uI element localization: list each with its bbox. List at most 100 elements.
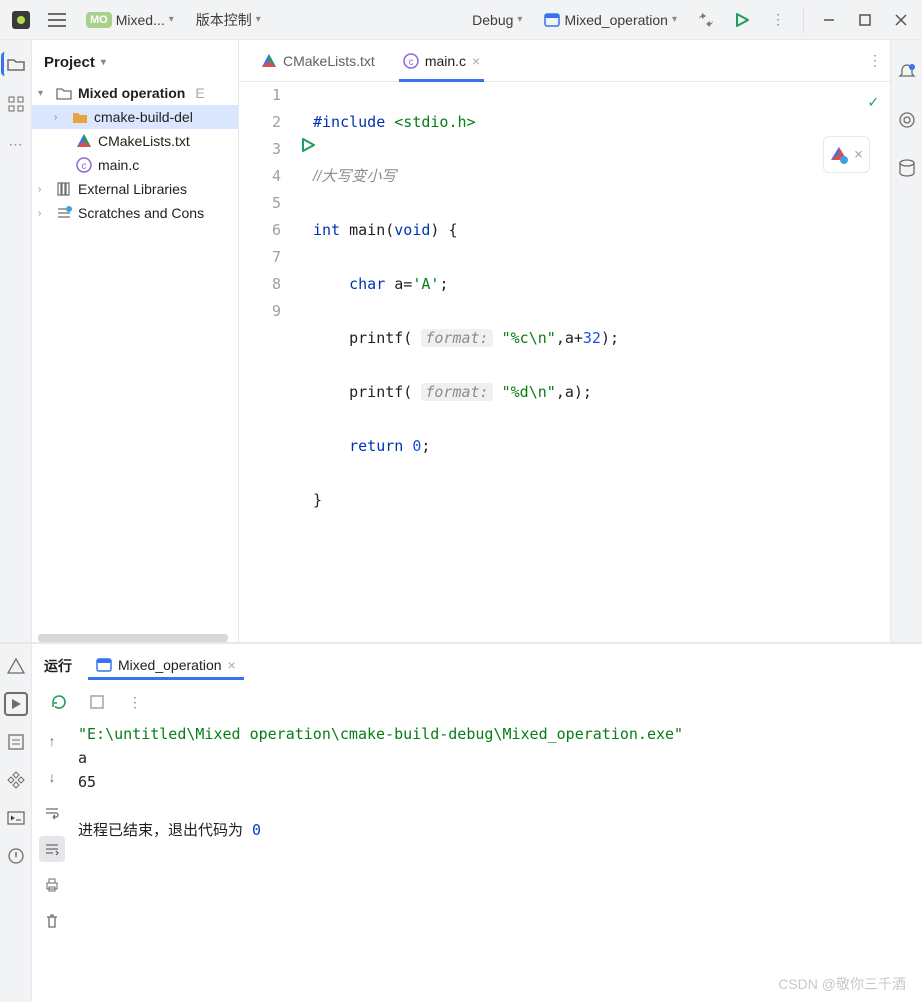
build-button[interactable]: [691, 5, 721, 35]
bottom-left-rail: [0, 644, 32, 1002]
tab-options-icon[interactable]: ⋮: [860, 46, 890, 76]
project-sidebar: Project ▾ ▾ Mixed operation E › cmake-bu…: [32, 40, 239, 642]
console-output[interactable]: "E:\untitled\Mixed operation\cmake-build…: [72, 722, 922, 1002]
line-gutter: 123 456 789: [239, 82, 291, 642]
print-icon[interactable]: [39, 872, 65, 898]
divider: [803, 7, 804, 33]
library-icon: [56, 181, 72, 197]
inspection-ok-icon[interactable]: ✓: [868, 88, 878, 115]
tree-label: Mixed operation: [78, 85, 185, 101]
chevron-right-icon: ›: [54, 112, 66, 123]
trash-icon[interactable]: [39, 908, 65, 934]
floating-toolbar: ×: [823, 136, 870, 173]
tree-hint: E: [195, 85, 204, 101]
run-tab[interactable]: Mixed_operation ×: [88, 653, 244, 680]
tree-label: main.c: [98, 157, 139, 173]
run-title: 运行: [44, 656, 72, 676]
soft-wrap-icon[interactable]: [39, 800, 65, 826]
warning-icon[interactable]: [4, 654, 28, 678]
run-body: ↑ ↓ "E:\untitled\Mixed operation\cmake-b…: [32, 722, 922, 1002]
structure-tool-icon[interactable]: [4, 92, 28, 116]
chevron-down-icon: ▾: [169, 14, 174, 25]
minimize-button[interactable]: [814, 5, 844, 35]
more-tool-icon[interactable]: ⋯: [4, 132, 28, 156]
project-tree: ▾ Mixed operation E › cmake-build-del CM…: [32, 81, 238, 634]
close-icon[interactable]: ×: [854, 141, 863, 168]
chevron-down-icon: ▾: [101, 57, 106, 68]
scroll-up-icon[interactable]: ↑: [39, 728, 65, 754]
window-icon: [544, 13, 560, 27]
app-icon[interactable]: [6, 5, 36, 35]
chevron-right-icon: ›: [38, 184, 50, 195]
watermark: CSDN @敬你三千酒: [778, 974, 906, 994]
config-label: Debug: [472, 12, 513, 28]
database-icon[interactable]: [895, 156, 919, 180]
more-icon[interactable]: ⋮: [122, 689, 148, 715]
close-button[interactable]: [886, 5, 916, 35]
close-icon[interactable]: ×: [228, 657, 236, 673]
project-name: Mixed...: [116, 12, 165, 28]
topbar: MO Mixed... ▾ 版本控制 ▾ Debug ▾ Mixed_opera…: [0, 0, 922, 40]
project-badge: MO: [86, 12, 112, 28]
chevron-down-icon: ▾: [517, 14, 522, 25]
tab-cmakelists[interactable]: CMakeLists.txt: [249, 40, 387, 81]
services-icon[interactable]: [4, 768, 28, 792]
chevron-down-icon: ▾: [672, 14, 677, 25]
project-tool-icon[interactable]: [1, 52, 28, 76]
tree-external-libs[interactable]: › External Libraries: [32, 177, 238, 201]
sidebar-header[interactable]: Project ▾: [32, 40, 238, 81]
cmake-icon: [76, 133, 92, 149]
ai-icon[interactable]: [830, 146, 848, 164]
todo-icon[interactable]: [4, 730, 28, 754]
tab-label: main.c: [425, 53, 466, 69]
scroll-down-icon[interactable]: ↓: [39, 764, 65, 790]
folder-icon: [56, 86, 72, 100]
sidebar-title: Project: [44, 54, 95, 71]
run-side-toolbar: ↑ ↓: [32, 722, 72, 1002]
console-path: "E:\untitled\Mixed operation\cmake-build…: [78, 722, 922, 746]
tab-main-c[interactable]: c main.c ×: [391, 40, 492, 81]
window-icon: [96, 658, 112, 672]
tree-label: cmake-build-del: [94, 109, 193, 125]
terminal-icon[interactable]: [4, 806, 28, 830]
maximize-button[interactable]: [850, 5, 880, 35]
console-line: 65: [78, 770, 922, 794]
bottom-panel: 运行 Mixed_operation × ⋮ ↑ ↓ "E:\untitled\…: [0, 642, 922, 1002]
run-tool-icon[interactable]: [4, 692, 28, 716]
build-config-selector[interactable]: Debug ▾: [464, 9, 530, 31]
tree-label: CMakeLists.txt: [98, 133, 190, 149]
main-area: ⋯ Project ▾ ▾ Mixed operation E › cmake-…: [0, 40, 922, 642]
chevron-right-icon: ›: [38, 208, 50, 219]
scratch-icon: [56, 205, 72, 221]
tab-label: CMakeLists.txt: [283, 53, 375, 69]
chevron-down-icon: ▾: [256, 14, 261, 25]
tree-label: Scratches and Cons: [78, 205, 204, 221]
code-content[interactable]: #include <stdio.h> //大写变小写 int main(void…: [291, 82, 890, 642]
more-run-icon[interactable]: ⋮: [763, 5, 793, 35]
vcs-label: 版本控制: [196, 10, 252, 30]
project-selector[interactable]: MO Mixed... ▾: [78, 9, 182, 31]
notifications-icon[interactable]: [895, 60, 919, 84]
ai-assistant-icon[interactable]: [895, 108, 919, 132]
problems-icon[interactable]: [4, 844, 28, 868]
sidebar-scrollbar[interactable]: [38, 634, 228, 642]
vcs-selector[interactable]: 版本控制 ▾: [188, 7, 269, 33]
tree-root-project[interactable]: ▾ Mixed operation E: [32, 81, 238, 105]
stop-button[interactable]: [84, 689, 110, 715]
editor-area: CMakeLists.txt c main.c × ⋮ 123 456 789 …: [239, 40, 890, 642]
tree-main-c[interactable]: c main.c: [32, 153, 238, 177]
tree-cmakelists[interactable]: CMakeLists.txt: [32, 129, 238, 153]
hamburger-icon[interactable]: [42, 5, 72, 35]
rerun-button[interactable]: [46, 689, 72, 715]
run-button[interactable]: [727, 5, 757, 35]
tree-scratches[interactable]: › Scratches and Cons: [32, 201, 238, 225]
close-tab-icon[interactable]: ×: [472, 53, 480, 69]
cfile-icon: c: [76, 157, 92, 173]
svg-text:c: c: [408, 57, 413, 68]
svg-text:c: c: [82, 161, 87, 172]
tree-cmake-build[interactable]: › cmake-build-del: [32, 105, 238, 129]
scroll-to-end-icon[interactable]: [39, 836, 65, 862]
run-target-selector[interactable]: Mixed_operation ▾: [536, 9, 685, 31]
chevron-down-icon: ▾: [38, 88, 50, 99]
code-editor[interactable]: 123 456 789 #include <stdio.h> //大写变小写 i…: [239, 82, 890, 642]
